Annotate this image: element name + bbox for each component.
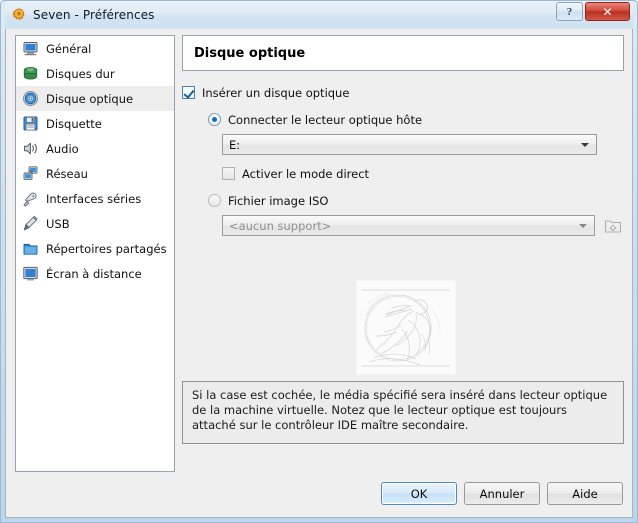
sidebar-item-network[interactable]: Réseau bbox=[16, 161, 174, 186]
iso-file-radio[interactable]: Fichier image ISO bbox=[208, 190, 624, 211]
host-drive-combobox[interactable]: E: bbox=[222, 134, 597, 155]
sidebar-item-general[interactable]: Général bbox=[16, 36, 174, 61]
iso-value: <aucun support> bbox=[229, 218, 332, 233]
optical-disc-icon bbox=[23, 91, 38, 106]
sidebar-item-label: Écran à distance bbox=[46, 266, 142, 281]
hard-disk-icon bbox=[23, 66, 38, 80]
sidebar-item-floppy[interactable]: Disquette bbox=[16, 111, 174, 136]
sidebar-item-shared-folders[interactable]: Répertoires partagés bbox=[16, 236, 174, 261]
dialog-buttons: OK Annuler Aide bbox=[381, 482, 623, 505]
iso-combo-wrap: <aucun support> bbox=[222, 215, 624, 236]
settings-panel: Disque optique Insérer un disque optique… bbox=[182, 35, 624, 517]
help-button-footer[interactable]: Aide bbox=[547, 482, 623, 505]
network-icon bbox=[23, 166, 38, 180]
iso-combobox[interactable]: <aucun support> bbox=[222, 215, 596, 236]
client-area: Général Disques dur Disque optique Disqu… bbox=[5, 29, 633, 518]
help-description: Si la case est cochée, le média spécifié… bbox=[182, 381, 624, 444]
sidebar-item-optical-disc[interactable]: Disque optique bbox=[16, 86, 174, 111]
browse-iso-button[interactable] bbox=[602, 215, 624, 236]
monitor-icon bbox=[23, 42, 38, 56]
sidebar-item-label: Général bbox=[46, 41, 92, 56]
window-controls: ? ✕ bbox=[556, 2, 630, 21]
gear-icon bbox=[12, 7, 25, 21]
open-folder-icon bbox=[604, 219, 622, 233]
page-title: Disque optique bbox=[194, 45, 306, 61]
panel-header: Disque optique bbox=[182, 35, 624, 71]
sidebar-item-label: Disques dur bbox=[46, 66, 115, 81]
settings-category-list[interactable]: Général Disques dur Disque optique Disqu… bbox=[15, 35, 175, 472]
checkbox-label: Insérer un disque optique bbox=[202, 85, 350, 100]
floppy-disk-icon bbox=[23, 116, 38, 131]
preferences-window: Seven - Préférences ? ✕ Général Disques … bbox=[0, 0, 638, 523]
chevron-down-icon[interactable] bbox=[579, 223, 588, 228]
radio-label: Connecter le lecteur optique hôte bbox=[228, 112, 423, 127]
sidebar-item-label: Réseau bbox=[46, 166, 88, 181]
passthrough-checkbox[interactable]: Activer le mode direct bbox=[222, 163, 624, 184]
window-title: Seven - Préférences bbox=[33, 8, 155, 22]
usb-icon bbox=[23, 215, 38, 231]
checkbox-label: Activer le mode direct bbox=[242, 166, 370, 181]
chevron-down-icon[interactable] bbox=[581, 142, 589, 147]
title-bar[interactable]: Seven - Préférences ? ✕ bbox=[5, 1, 633, 29]
host-drive-combo-wrap: E: bbox=[222, 134, 624, 155]
speaker-icon bbox=[24, 142, 37, 155]
sidebar-item-remote-display[interactable]: Écran à distance bbox=[16, 261, 174, 286]
radio-dot[interactable] bbox=[208, 194, 221, 207]
insert-optical-disc-checkbox[interactable]: Insérer un disque optique bbox=[182, 82, 624, 103]
sidebar-item-hard-disks[interactable]: Disques dur bbox=[16, 61, 174, 86]
media-preview-image bbox=[355, 279, 457, 376]
sidebar-item-label: Audio bbox=[46, 141, 79, 156]
shared-folder-icon bbox=[23, 243, 38, 255]
remote-display-icon bbox=[23, 266, 38, 281]
sidebar-item-label: Disque optique bbox=[46, 91, 134, 106]
serial-port-icon bbox=[23, 192, 37, 207]
ok-button[interactable]: OK bbox=[381, 482, 457, 505]
sidebar-item-label: Disquette bbox=[46, 116, 102, 131]
host-drive-value: E: bbox=[229, 137, 241, 152]
host-drive-radio[interactable]: Connecter le lecteur optique hôte bbox=[208, 109, 624, 130]
help-button[interactable]: ? bbox=[556, 2, 583, 21]
embossed-engraving-illustration bbox=[355, 279, 457, 376]
panel-body: Insérer un disque optique Connecter le l… bbox=[182, 82, 624, 376]
radio-label: Fichier image ISO bbox=[228, 193, 329, 208]
sidebar-item-label: USB bbox=[46, 216, 70, 231]
sidebar-item-label: Interfaces séries bbox=[46, 191, 142, 206]
sidebar-item-usb[interactable]: USB bbox=[16, 211, 174, 236]
sidebar-item-label: Répertoires partagés bbox=[46, 241, 167, 256]
cancel-button[interactable]: Annuler bbox=[464, 482, 540, 505]
sidebar-item-audio[interactable]: Audio bbox=[16, 136, 174, 161]
checkbox-box[interactable] bbox=[222, 167, 235, 180]
close-button[interactable]: ✕ bbox=[585, 2, 630, 21]
checkbox-box[interactable] bbox=[182, 86, 195, 99]
sidebar-item-serial-ports[interactable]: Interfaces séries bbox=[16, 186, 174, 211]
radio-dot[interactable] bbox=[208, 113, 221, 126]
